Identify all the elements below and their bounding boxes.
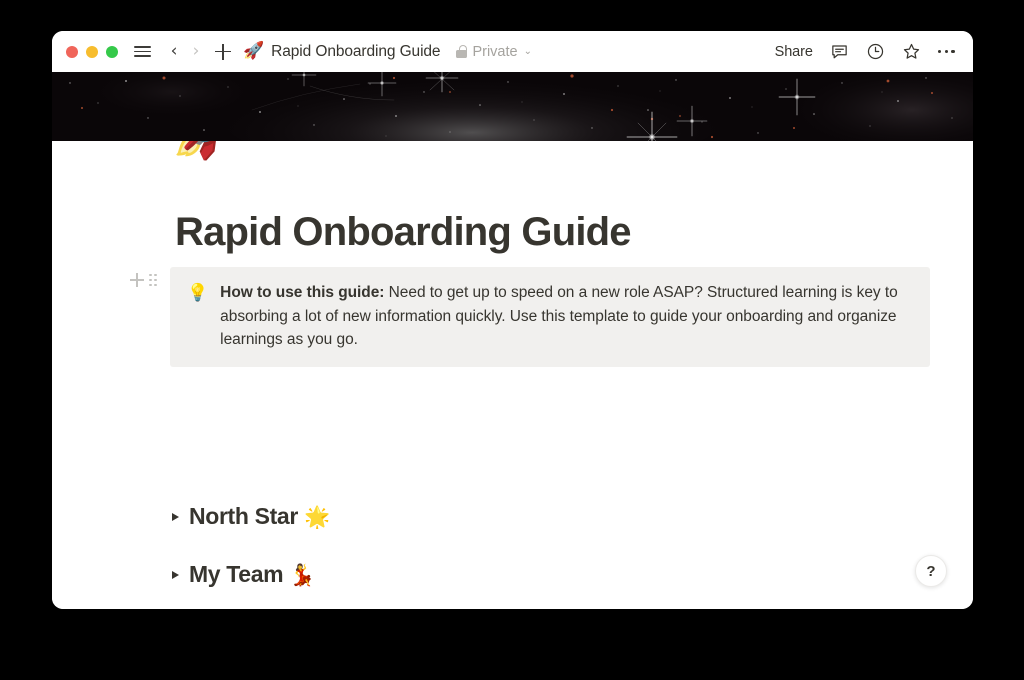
page-content: 🚀 Rapid Onboarding Guide 💡 How to use th… [52,141,973,609]
forward-chevron-icon[interactable]: › [187,43,205,60]
callout-block-row: 💡 How to use this guide: Need to get up … [130,267,930,367]
privacy-selector[interactable]: Private ⌄ [456,44,532,60]
window-titlebar: ‹ › 🚀 Rapid Onboarding Guide Private ⌄ S… [52,31,973,72]
page-icon-rocket[interactable]: 🚀 [170,141,247,157]
app-window: ‹ › 🚀 Rapid Onboarding Guide Private ⌄ S… [52,31,973,609]
page-cover-image[interactable] [52,72,973,141]
comment-bubble-icon[interactable] [830,42,849,61]
chevron-down-icon: ⌄ [523,46,532,57]
toggle-label: North Star 🌟 [189,503,330,530]
toggle-text: North Star [189,503,298,529]
callout-text: How to use this guide: Need to get up to… [220,281,910,352]
block-handles [130,267,170,287]
page-title[interactable]: Rapid Onboarding Guide [175,210,632,255]
chevron-right-icon[interactable] [172,571,179,579]
screen: ‹ › 🚀 Rapid Onboarding Guide Private ⌄ S… [0,0,1024,680]
close-window-button[interactable] [66,45,78,58]
lightbulb-icon: 💡 [187,283,209,303]
lock-icon [456,45,468,58]
back-chevron-icon[interactable]: ‹ [165,43,183,60]
star-emoji-icon: 🌟 [304,505,330,529]
ellipsis-icon[interactable] [937,49,955,54]
help-button[interactable]: ? [915,555,947,587]
clock-icon[interactable] [866,42,885,61]
maximize-window-button[interactable] [106,45,118,58]
document-title[interactable]: Rapid Onboarding Guide [271,43,440,61]
titlebar-actions: Share [775,42,955,61]
star-icon[interactable] [902,42,921,61]
drag-handle-icon[interactable] [149,273,157,287]
toggle-label: My Team 💃 [189,561,315,588]
dancer-emoji-icon: 💃 [289,563,316,587]
privacy-label: Private [472,43,518,60]
add-block-icon[interactable] [130,273,144,287]
toggle-heading-north-star[interactable]: North Star 🌟 [172,503,330,530]
share-button[interactable]: Share [775,44,813,60]
callout-lead: How to use this guide: [220,284,385,301]
toggle-heading-my-team[interactable]: My Team 💃 [172,561,315,588]
callout-block[interactable]: 💡 How to use this guide: Need to get up … [170,267,930,367]
minimize-window-button[interactable] [86,45,98,58]
starfield-graphic [52,72,973,141]
rocket-icon: 🚀 [243,41,265,61]
traffic-light-group [66,45,118,58]
plus-icon[interactable] [213,42,233,62]
chevron-right-icon[interactable] [172,513,179,521]
hamburger-icon[interactable] [134,46,151,57]
toggle-text: My Team [189,561,284,587]
